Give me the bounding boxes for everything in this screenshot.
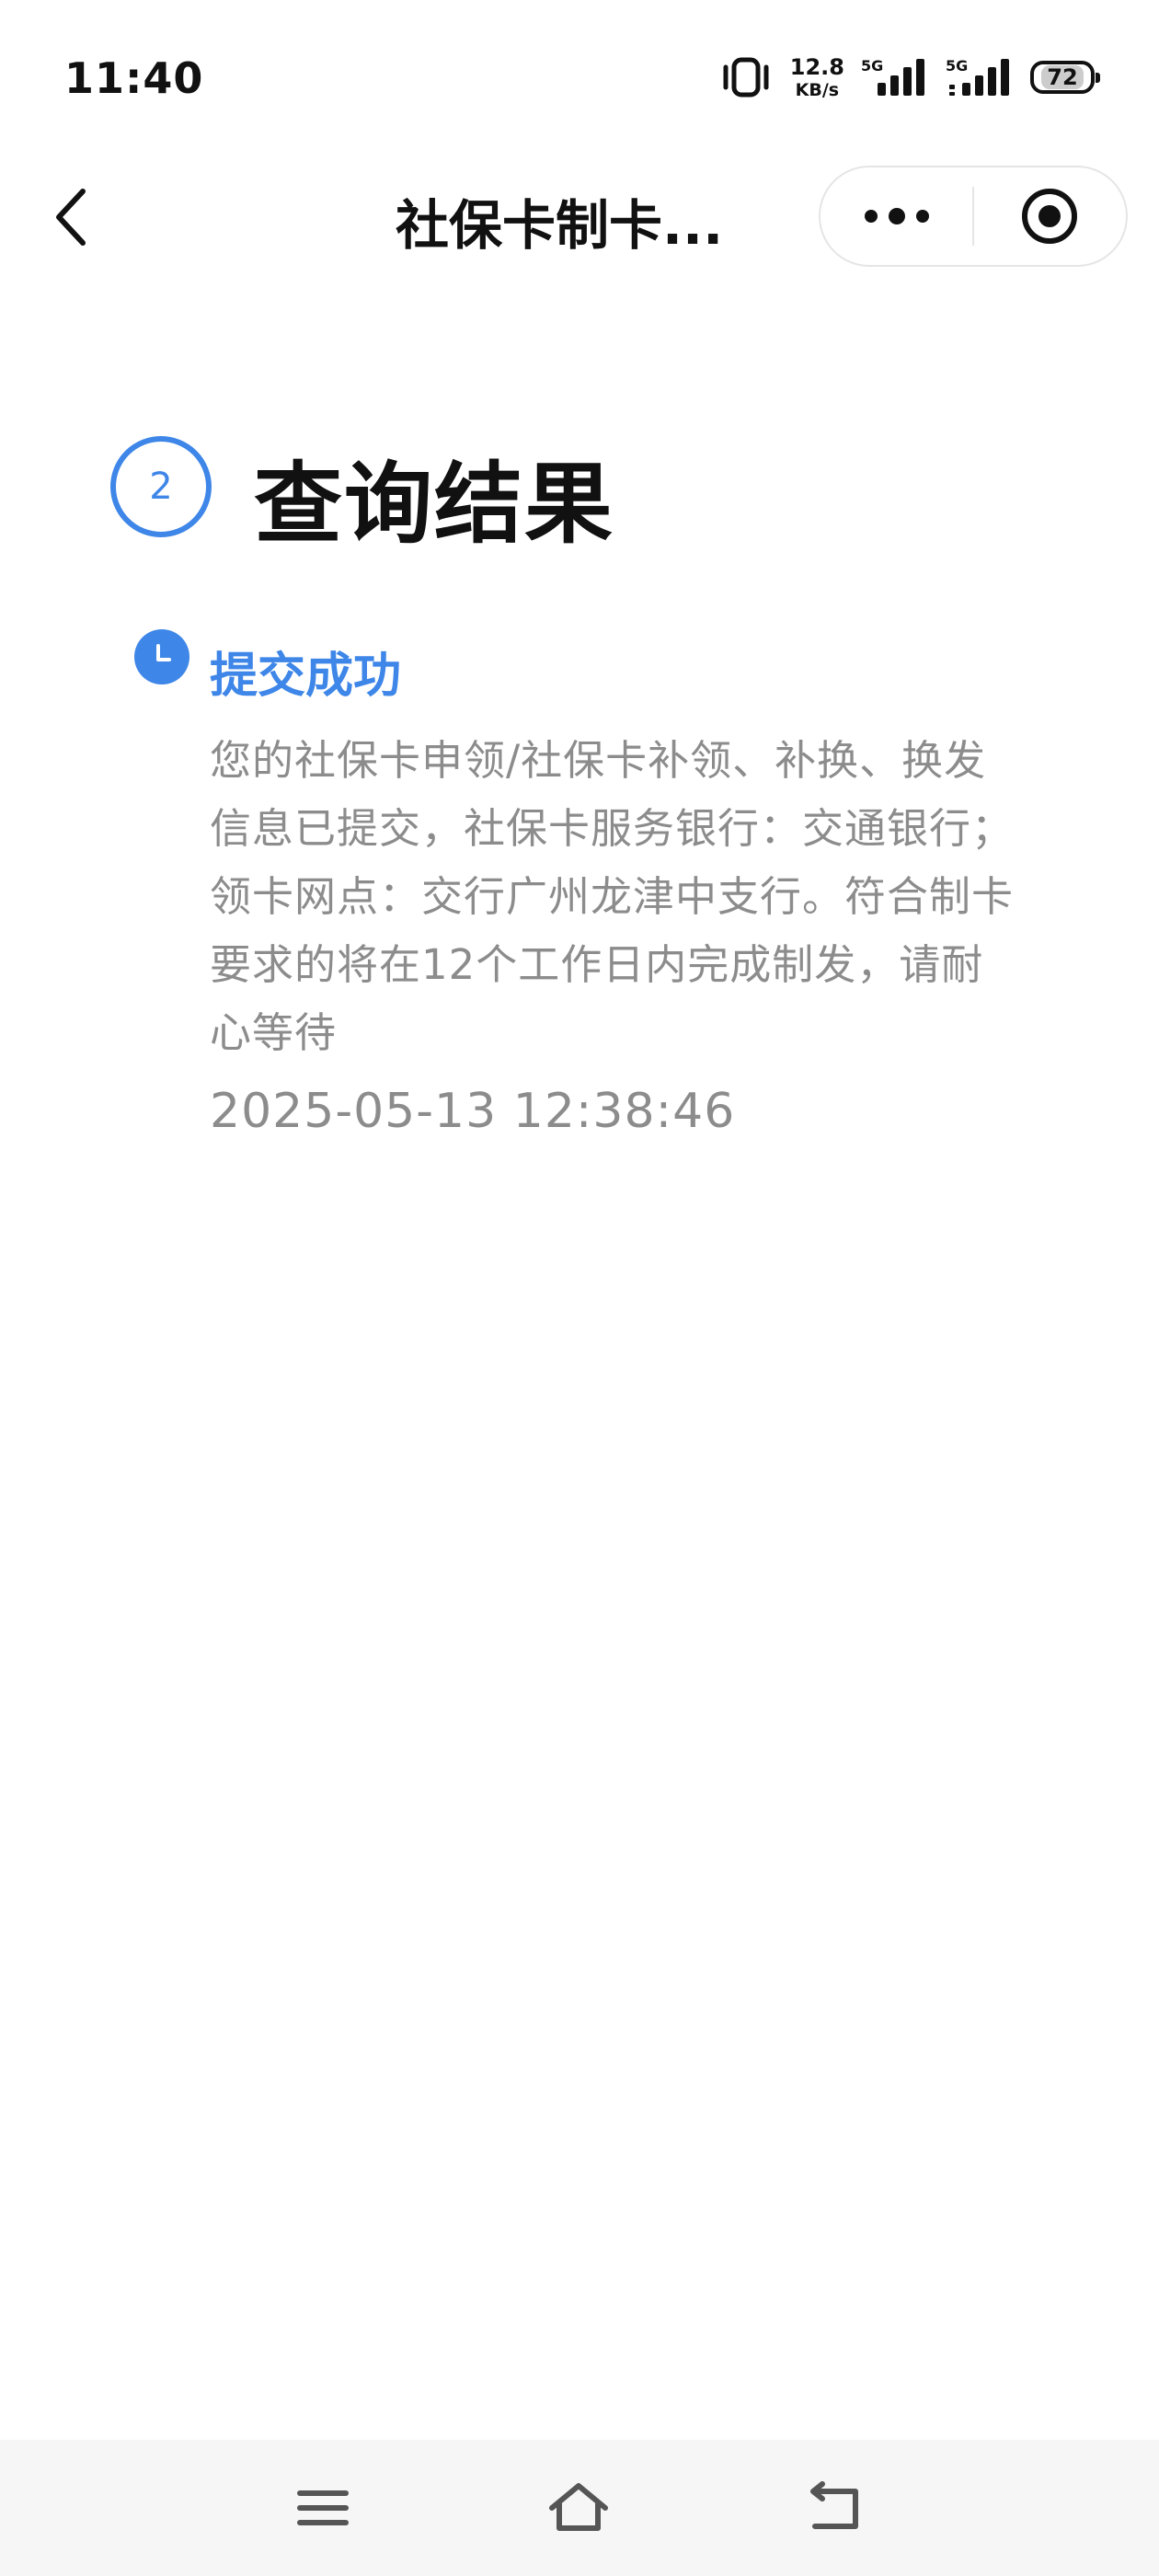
battery-icon: 72 — [1030, 61, 1100, 94]
close-miniprogram-button[interactable] — [974, 167, 1126, 265]
status-description: 您的社保卡申领/社保卡补领、补换、换发信息已提交，社保卡服务银行：交通银行；领卡… — [210, 736, 1015, 1057]
signal-icon — [878, 59, 924, 96]
network-speed-unit: KB/s — [795, 79, 840, 100]
more-button[interactable] — [820, 167, 972, 265]
status-title: 提交成功 — [210, 649, 402, 704]
home-icon — [549, 2483, 608, 2531]
network-speed-value: 12.8 — [789, 53, 844, 80]
system-nav-bar — [0, 2440, 1159, 2576]
clock-hands — [156, 644, 171, 661]
menu-icon — [297, 2490, 349, 2525]
section-title: 查询结果 — [254, 453, 614, 556]
vibrate-icon — [723, 57, 769, 98]
signal-icon — [949, 59, 1009, 96]
mini-program-capsule — [819, 166, 1128, 267]
return-button[interactable] — [804, 2480, 868, 2536]
back-icon — [56, 189, 86, 246]
battery-level: 72 — [1041, 65, 1084, 89]
menu-button[interactable] — [291, 2480, 355, 2536]
status-time: 11:40 — [64, 53, 204, 103]
step-number-badge: 2 — [110, 436, 212, 537]
nav-bar: 社保卡制卡... — [0, 156, 1159, 276]
status-icons: 12.8 KB/s 5G 5G 72 — [718, 50, 1100, 105]
more-icon — [864, 208, 929, 224]
signal-sim2: 5G — [946, 57, 1014, 98]
target-icon — [1022, 189, 1078, 244]
status-bar: 11:40 12.8 KB/s 5G 5G 72 — [0, 0, 1159, 147]
page-title: 社保卡制卡... — [396, 194, 724, 257]
clock-icon — [134, 629, 189, 684]
return-icon — [810, 2481, 858, 2529]
signal-sim1: 5G — [861, 57, 929, 98]
back-button[interactable] — [42, 182, 107, 252]
network-speed: 12.8 KB/s — [790, 56, 844, 99]
home-button[interactable] — [546, 2480, 611, 2536]
status-timestamp: 2025-05-13 12:38:46 — [210, 1084, 736, 1139]
step-number: 2 — [149, 466, 173, 508]
